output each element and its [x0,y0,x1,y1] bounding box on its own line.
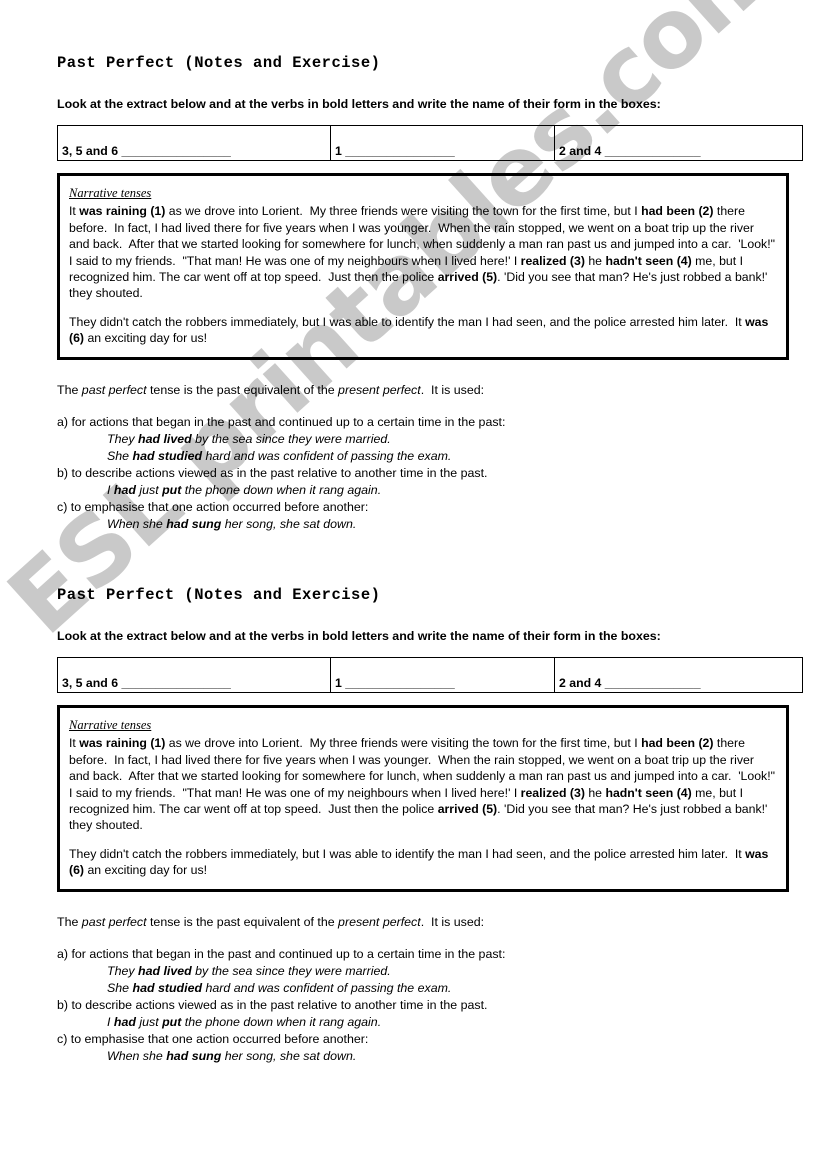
notes-rule-label: c) to emphasise that one action occurred… [57,1032,369,1047]
answer-cell-3[interactable]: 2 and 4 ______________ [554,657,803,694]
notes-example: She had studied hard and was confident o… [107,448,452,463]
notes-example: I had just put the phone down when it ra… [107,483,382,498]
notes-spacer [57,399,797,414]
notes-example: She had studied hard and was confident o… [107,980,452,995]
extract-paragraph-2: They didn't catch the robbers immediatel… [69,314,769,346]
instructions-text: Look at the extract below and at the ver… [57,97,661,111]
notes-rule-label: a) for actions that began in the past an… [57,414,506,429]
notes-example: When she had sung her song, she sat down… [107,1049,357,1064]
notes-example: I had just put the phone down when it ra… [107,1015,382,1030]
table-row: 3, 5 and 6 ________________ 1 __________… [57,125,803,162]
page-title: Past Perfect (Notes and Exercise) [57,586,381,604]
extract-paragraph-1: It was raining (1) as we drove into Lori… [69,736,775,833]
extract-paragraph-1: It was raining (1) as we drove into Lori… [69,204,775,301]
extract-heading: Narrative tenses [69,186,152,201]
answer-cell-2[interactable]: 1 ________________ [330,125,555,162]
answer-table: 3, 5 and 6 ________________ 1 __________… [57,125,803,162]
notes-rule-label: b) to describe actions viewed as in the … [57,466,488,481]
answer-cell-2[interactable]: 1 ________________ [330,657,555,694]
extract-paragraph-2: They didn't catch the robbers immediatel… [69,846,769,878]
notes-example: They had lived by the sea since they wer… [107,431,391,446]
worksheet-section-1: Past Perfect (Notes and Exercise) Look a… [57,54,803,534]
page-title: Past Perfect (Notes and Exercise) [57,54,381,72]
extract-heading: Narrative tenses [69,718,152,733]
notes-block: The past perfect tense is the past equiv… [57,914,797,1066]
answer-cell-1[interactable]: 3, 5 and 6 ________________ [57,657,331,694]
extract-box: Narrative tenses It was raining (1) as w… [57,705,789,892]
answer-cell-1[interactable]: 3, 5 and 6 ________________ [57,125,331,162]
table-row: 3, 5 and 6 ________________ 1 __________… [57,657,803,694]
notes-rules-list: a) for actions that began in the past an… [57,414,797,534]
extract-box: Narrative tenses It was raining (1) as w… [57,173,789,360]
notes-spacer [57,931,797,946]
notes-rule-label: a) for actions that began in the past an… [57,946,506,961]
notes-rule-label: c) to emphasise that one action occurred… [57,500,369,515]
answer-table: 3, 5 and 6 ________________ 1 __________… [57,657,803,694]
extract-spacer [69,834,777,846]
notes-example: They had lived by the sea since they wer… [107,963,391,978]
notes-lead: The past perfect tense is the past equiv… [57,914,485,929]
notes-block: The past perfect tense is the past equiv… [57,382,797,534]
answer-cell-3[interactable]: 2 and 4 ______________ [554,125,803,162]
notes-lead: The past perfect tense is the past equiv… [57,382,485,397]
extract-spacer [69,302,777,314]
notes-rules-list: a) for actions that began in the past an… [57,946,797,1066]
notes-rule-label: b) to describe actions viewed as in the … [57,998,488,1013]
notes-example: When she had sung her song, she sat down… [107,517,357,532]
worksheet-section-2: Past Perfect (Notes and Exercise) Look a… [57,586,803,1066]
instructions-text: Look at the extract below and at the ver… [57,629,661,643]
